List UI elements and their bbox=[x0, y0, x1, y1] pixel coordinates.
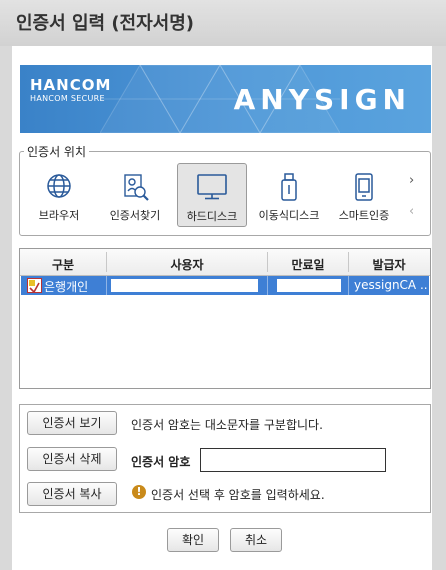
col-divider bbox=[267, 276, 268, 295]
cert-user-cell bbox=[111, 279, 258, 292]
usb-drive-icon bbox=[277, 172, 301, 205]
location-smart-cert[interactable]: 스마트인증 bbox=[331, 163, 397, 227]
scroll-next-icon[interactable]: › bbox=[409, 173, 414, 188]
delete-cert-button[interactable]: 인증서 삭제 bbox=[27, 447, 117, 471]
scroll-prev-icon[interactable]: ‹ bbox=[409, 204, 414, 219]
password-case-note: 인증서 암호는 대소문자를 구분합니다. bbox=[131, 418, 323, 432]
location-label: 이동식디스크 bbox=[258, 209, 320, 222]
view-cert-button[interactable]: 인증서 보기 bbox=[27, 411, 117, 435]
location-harddisk[interactable]: 하드디스크 bbox=[177, 163, 247, 227]
location-label: 브라우저 bbox=[38, 209, 80, 222]
password-label: 인증서 암호 bbox=[131, 455, 191, 469]
location-cert-search[interactable]: 인증서찾기 bbox=[100, 163, 170, 227]
window-title: 인증서 입력 (전자서명) bbox=[16, 13, 195, 34]
location-browser[interactable]: 브라우저 bbox=[26, 163, 92, 227]
col-user-header[interactable]: 사용자 bbox=[107, 256, 267, 273]
ok-button[interactable]: 확인 bbox=[167, 528, 219, 552]
location-label: 인증서찾기 bbox=[109, 209, 161, 222]
title-bar: 인증서 입력 (전자서명) bbox=[0, 0, 446, 46]
certificate-search-icon bbox=[120, 172, 150, 205]
cert-expiry-cell bbox=[277, 279, 341, 292]
hancom-secure-text: HANCOM SECURE bbox=[30, 94, 105, 103]
col-type-header[interactable]: 구분 bbox=[20, 256, 106, 273]
col-divider bbox=[348, 276, 349, 295]
cancel-button[interactable]: 취소 bbox=[230, 528, 282, 552]
globe-icon bbox=[45, 172, 73, 203]
warning-icon: ! bbox=[132, 485, 146, 499]
monitor-icon bbox=[196, 173, 228, 204]
password-hint: 인증서 선택 후 암호를 입력하세요. bbox=[151, 488, 325, 502]
anysign-brand: ANYSIGN bbox=[233, 83, 411, 116]
location-removable[interactable]: 이동식디스크 bbox=[255, 163, 323, 227]
location-label: 스마트인증 bbox=[338, 209, 390, 222]
table-row[interactable]: 은행개인 yessignCA ... bbox=[21, 276, 429, 295]
col-issuer-header[interactable]: 발급자 bbox=[349, 256, 429, 273]
hancom-banner: HANCOM HANCOM SECURE ANYSIGN bbox=[20, 65, 431, 133]
cert-issuer-cell: yessignCA ... bbox=[354, 278, 428, 292]
col-divider bbox=[106, 276, 107, 295]
password-field[interactable] bbox=[200, 448, 386, 472]
cert-list: 구분 사용자 만료일 발급자 은행개인 yessignCA ... bbox=[19, 248, 431, 389]
hancom-logo: HANCOM bbox=[30, 76, 112, 94]
cert-type-cell: 은행개인 bbox=[44, 280, 89, 294]
certificate-icon bbox=[27, 278, 42, 296]
col-expiry-header[interactable]: 만료일 bbox=[268, 256, 348, 273]
location-label: 하드디스크 bbox=[186, 210, 238, 223]
smartphone-icon bbox=[353, 172, 375, 205]
copy-cert-button[interactable]: 인증서 복사 bbox=[27, 482, 117, 506]
cert-location-legend: 인증서 위치 bbox=[24, 143, 90, 160]
cert-list-header: 구분 사용자 만료일 발급자 bbox=[20, 249, 430, 276]
